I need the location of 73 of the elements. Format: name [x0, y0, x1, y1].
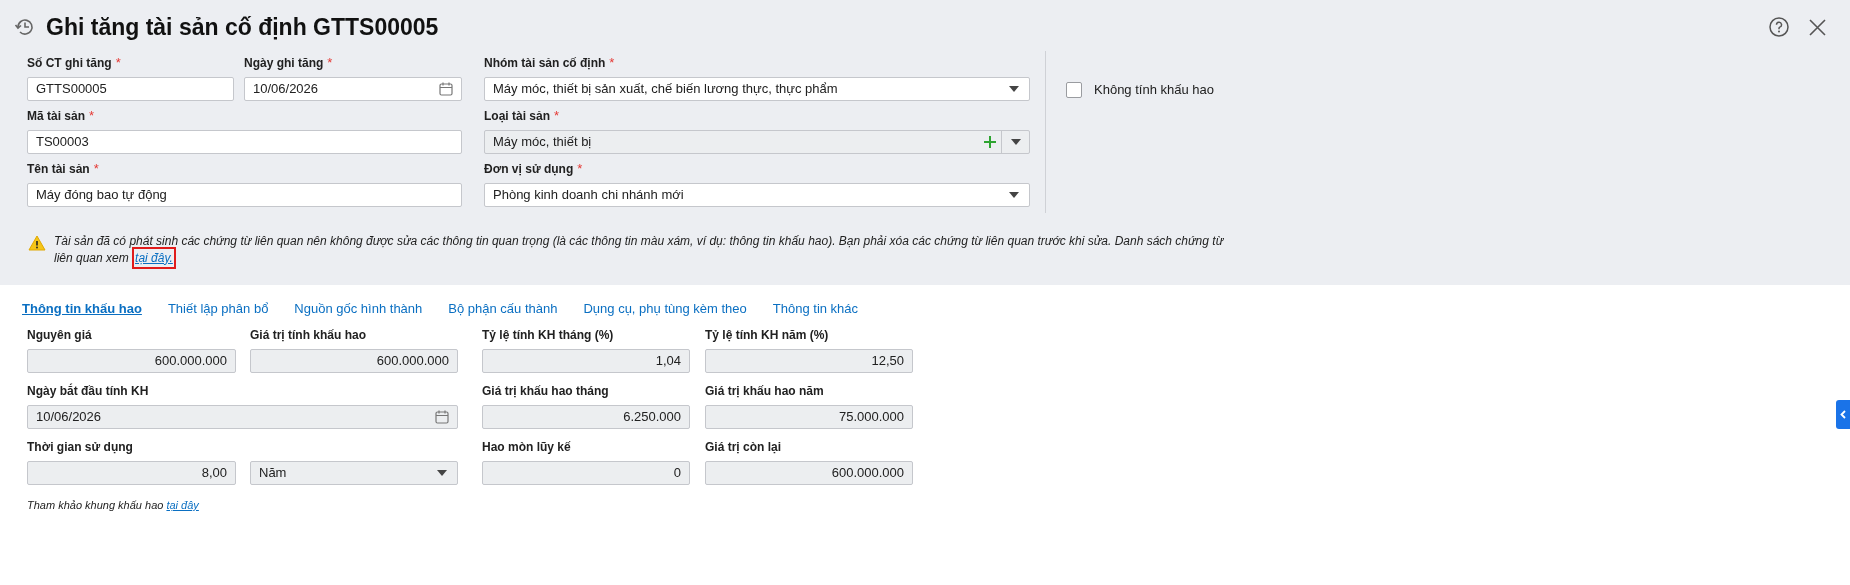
tab[interactable]: Thông tin khấu hao [22, 299, 142, 319]
caret-icon [1010, 138, 1021, 145]
field-value: TS00003 [36, 132, 89, 151]
field-label: Loại tài sản [484, 107, 551, 125]
field-label: Nguyên giá [27, 327, 92, 344]
field-value: 1,04 [655, 352, 681, 371]
caret-icon [437, 470, 447, 476]
tab[interactable]: Thông tin khác [772, 299, 859, 319]
required-mark: * [554, 109, 560, 122]
field-label: Đơn vị sử dụng [484, 160, 574, 178]
field-label: Tên tài sản [27, 160, 90, 178]
checkbox[interactable] [1066, 81, 1082, 98]
required-mark: * [89, 109, 95, 122]
field-value: Năm [259, 464, 287, 483]
field-label: Thời gian sử dụng [27, 439, 133, 456]
field-label: Giá trị còn lại [705, 439, 782, 456]
chevron-left-icon [1840, 410, 1846, 419]
field-value: Máy móc, thiết bị sản xuất, chế biến lương thực, thực phẩm [493, 79, 838, 98]
tab[interactable]: Thiết lập phân bổ [167, 299, 269, 319]
field-label: Số CT ghi tăng [27, 54, 112, 72]
field-label: Nhóm tài sản cố định [484, 54, 606, 72]
help-icon[interactable] [1769, 17, 1789, 38]
field-label: Tỷ lệ tính KH tháng (%) [482, 327, 614, 344]
checkbox-row[interactable]: Không tính khấu hao [1066, 80, 1214, 99]
side-panel-toggle[interactable] [1836, 400, 1850, 429]
details-link[interactable]: tại đây. [132, 246, 176, 269]
required-mark: * [115, 56, 121, 69]
calendar-icon [439, 81, 453, 96]
field-label: Giá trị khấu hao năm [705, 383, 824, 400]
text-field[interactable]: TS00003 [27, 129, 462, 154]
caret-icon [1009, 191, 1019, 198]
field-value: 600.000.000 [831, 464, 904, 483]
window-title: Ghi tăng tài sản cố định GTTS00005 [46, 13, 439, 42]
field-label: Giá trị khấu hao tháng [482, 383, 609, 400]
field-value: 600.000.000 [376, 352, 449, 371]
close-icon[interactable] [1809, 18, 1826, 36]
field-value: Máy đóng bao tự động [36, 185, 167, 204]
field-label: Tỷ lệ tính KH năm (%) [705, 327, 829, 344]
field-value: Phòng kinh doanh chi nhánh mới [493, 185, 684, 204]
tab[interactable]: Nguồn gốc hình thành [294, 299, 423, 319]
text-field[interactable]: Máy đóng bao tự động [27, 182, 462, 207]
reference-link[interactable]: tại đây [166, 499, 199, 511]
required-mark: * [609, 56, 615, 69]
tab[interactable]: Dụng cụ, phụ tùng kèm theo [583, 299, 747, 319]
field-value: 600.000.000 [154, 352, 227, 371]
field-value: 0 [673, 464, 681, 483]
field-value: 10/06/2026 [253, 79, 319, 98]
field-value: 8,00 [201, 464, 227, 483]
dropdown-field[interactable]: Máy móc, thiết bị sản xuất, chế biến lương thực, thực phẩm [484, 76, 1030, 101]
required-mark: * [577, 162, 583, 175]
field-label: Mã tài sản [27, 107, 86, 125]
field-label: Hao mòn lũy kế [482, 439, 571, 456]
field-value: 10/06/2026 [36, 408, 102, 427]
field-label: Giá trị tính khấu hao [250, 327, 366, 344]
tab[interactable]: Bộ phận cấu thành [448, 299, 558, 319]
caret-icon [1009, 85, 1019, 92]
warning-message: Tài sản đã có phát sinh các chứng từ liên quan nên không được sửa các thông tin quan trọng (là các thông tin màu xám, ví dụ: thông tin khấu hao). Bạn phải xóa các chứng từ liên quan trước khi sửa. Danh sách chứng từ liên quan xem tại đây. [54, 232, 1240, 267]
text-field[interactable]: GTTS00005 [27, 76, 234, 101]
required-mark: * [327, 56, 333, 69]
field-value: 75.000.000 [838, 408, 904, 427]
field-value: Máy móc, thiết bị [492, 132, 593, 151]
field-label: Ngày bắt đầu tính KH [27, 382, 149, 400]
field-value: 6.250.000 [623, 408, 681, 427]
calendar-icon [435, 410, 449, 424]
warning-icon [28, 234, 46, 251]
field-value: GTTS00005 [36, 79, 107, 98]
field-label: Ngày ghi tăng [244, 54, 324, 72]
field-value: 12,50 [871, 352, 904, 371]
dropdown-field[interactable]: Phòng kinh doanh chi nhánh mới [484, 182, 1030, 207]
required-mark: * [93, 162, 99, 175]
footnote: Tham khảo khung khấu hao tại đây [26, 498, 200, 513]
date-field[interactable]: 10/06/2026 [244, 76, 462, 101]
checkbox-label: Không tính khấu hao [1094, 80, 1214, 99]
